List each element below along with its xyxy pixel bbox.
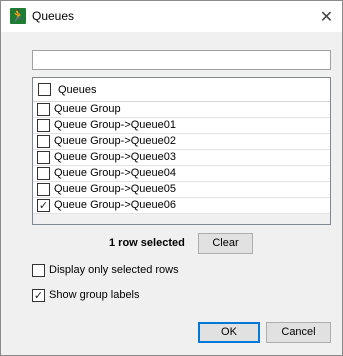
table-row[interactable]: Queue Group->Queue01 xyxy=(33,118,330,134)
row-checkbox[interactable] xyxy=(37,151,50,164)
table-row[interactable]: Queue Group->Queue05 xyxy=(33,182,330,198)
queues-grid: Queues Queue Group Queue Group->Queue01 … xyxy=(32,77,331,225)
close-icon[interactable]: ✕ xyxy=(311,1,342,32)
search-input[interactable] xyxy=(32,50,331,70)
row-label: Queue Group->Queue05 xyxy=(54,183,177,195)
grid-header: Queues xyxy=(33,78,330,102)
row-checkbox[interactable] xyxy=(37,103,50,116)
selection-count: 1 row selected xyxy=(109,237,185,249)
row-label: Queue Group->Queue03 xyxy=(54,151,177,163)
dialog-title: Queues xyxy=(32,9,75,23)
cancel-button[interactable]: Cancel xyxy=(266,322,331,343)
column-header-queues: Queues xyxy=(58,84,97,96)
running-man-icon: 🏃 xyxy=(10,8,26,24)
table-row[interactable]: Queue Group->Queue04 xyxy=(33,166,330,182)
row-checkbox[interactable] xyxy=(37,183,50,196)
show-group-labels-checkbox[interactable]: ✓ xyxy=(32,289,45,302)
show-group-labels-label: Show group labels xyxy=(49,289,140,301)
title-bar: 🏃 Queues ✕ xyxy=(1,1,342,32)
clear-button[interactable]: Clear xyxy=(198,233,253,254)
table-row[interactable]: Queue Group->Queue03 xyxy=(33,150,330,166)
row-label: Queue Group->Queue06 xyxy=(54,199,177,211)
row-label: Queue Group->Queue01 xyxy=(54,119,177,131)
select-all-checkbox[interactable] xyxy=(38,83,51,96)
ok-button[interactable]: OK xyxy=(198,322,260,343)
table-row[interactable]: Queue Group xyxy=(33,102,330,118)
row-label: Queue Group->Queue02 xyxy=(54,135,177,147)
row-checkbox[interactable] xyxy=(37,135,50,148)
row-label: Queue Group->Queue04 xyxy=(54,167,177,179)
table-row[interactable]: Queue Group->Queue02 xyxy=(33,134,330,150)
table-row[interactable]: ✓ Queue Group->Queue06 xyxy=(33,198,330,214)
row-checkbox-checked[interactable]: ✓ xyxy=(37,199,50,212)
queues-dialog: 🏃 Queues ✕ Queues Queue Group Queue Grou… xyxy=(0,0,343,356)
row-checkbox[interactable] xyxy=(37,119,50,132)
row-label: Queue Group xyxy=(54,103,121,115)
display-only-selected-checkbox[interactable] xyxy=(32,264,45,277)
row-checkbox[interactable] xyxy=(37,167,50,180)
display-only-selected-label: Display only selected rows xyxy=(49,264,179,276)
